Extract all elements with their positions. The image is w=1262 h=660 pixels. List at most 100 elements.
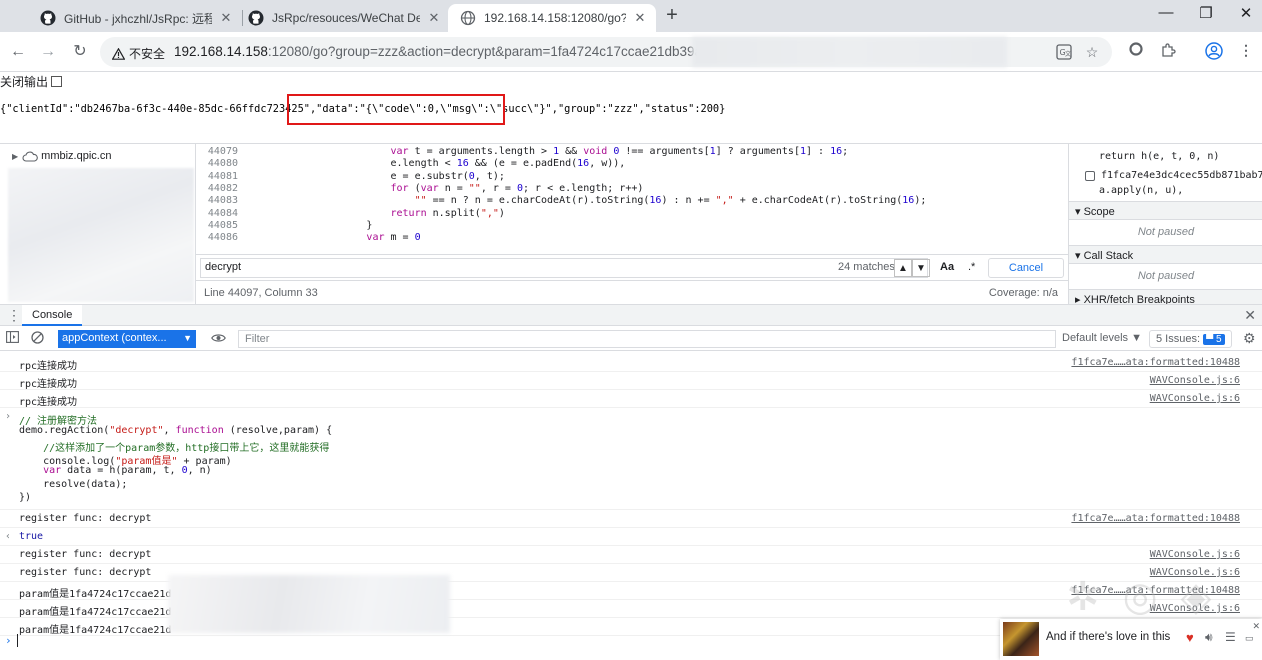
console-message-text: param值是1fa4724c17ccae21d <box>19 607 172 618</box>
output-toggle-checkbox[interactable] <box>51 76 63 87</box>
extensions-puzzle-icon[interactable] <box>1158 42 1178 62</box>
gear-icon[interactable]: ⚙ <box>1243 330 1256 347</box>
close-icon[interactable]: ✕ <box>218 10 234 26</box>
breakpoint-file: f1fca7e4e3dc4cec55db871bab7... <box>1101 170 1262 181</box>
code-line: 44083 "" == n ? n = e.charCodeAt(r).toSt… <box>196 195 926 207</box>
media-notification[interactable]: And if there's love in this ♥ 🔊︎ ☰ ▭ ✕ <box>1000 619 1262 660</box>
call-stack-not-paused: Not paused <box>1137 270 1195 282</box>
tab-github-jsrpc[interactable]: GitHub - jxhczhl/JsRpc: 远程调 ✕ <box>28 4 242 32</box>
breakpoint-code-1: return h(e, t, 0, n) <box>1099 151 1220 162</box>
heart-icon[interactable]: ♥ <box>1186 630 1194 645</box>
console-message: rpc连接成功 WAVConsole.js:6 <box>0 390 1262 408</box>
input-chevron-icon[interactable]: › <box>5 411 11 422</box>
line-code: } <box>246 219 373 231</box>
source-link[interactable]: WAVConsole.js:6 <box>1150 393 1240 404</box>
console-message-text: rpc连接成功 <box>19 361 78 372</box>
reload-button[interactable]: ↻ <box>68 40 92 64</box>
kebab-menu-icon[interactable]: ⋮ <box>1236 42 1256 62</box>
line-number: 44082 <box>207 182 238 194</box>
regex-button[interactable]: .* <box>968 261 975 273</box>
log-levels-dropdown[interactable]: Default levels ▼ <box>1062 332 1142 344</box>
input-code-line: var data = h(param, t, 0, n) <box>43 465 212 477</box>
issues-badge: ▀ 5 <box>1203 334 1225 345</box>
media-title: And if there's love in this <box>1046 631 1171 643</box>
issues-label: 5 Issues: <box>1156 333 1201 345</box>
find-prev-button[interactable]: ▲ <box>894 259 912 277</box>
input-code-line: }) <box>19 491 32 503</box>
volume-icon[interactable]: 🔊︎ <box>1205 630 1213 645</box>
code-line: 44080 e.length < 16 && (e = e.padEnd(16,… <box>196 158 625 170</box>
editor-status-bar: Line 44097, Column 33 Coverage: n/a <box>196 280 1068 304</box>
breakpoint-checkbox[interactable] <box>1085 171 1095 181</box>
code-line: 44085 } <box>196 219 373 232</box>
back-button[interactable]: ← <box>6 40 30 64</box>
source-link[interactable]: WAVConsole.js:6 <box>1150 549 1240 560</box>
tab-title: JsRpc/resouces/WeChat Dev <box>272 11 420 25</box>
sidebar-toggle-icon[interactable] <box>4 331 20 347</box>
forward-button[interactable]: → <box>36 40 60 64</box>
console-result: ‹ true <box>0 528 1262 546</box>
console-filter-input[interactable]: Filter <box>238 330 1056 348</box>
tab-strip: GitHub - jxhczhl/JsRpc: 远程调 ✕ JsRpc/reso… <box>0 0 1262 32</box>
console-message-text: rpc连接成功 <box>19 379 78 390</box>
context-selector[interactable]: appContext (contex... ▼ <box>58 330 196 348</box>
expand-arrow-icon[interactable]: ▶ <box>12 152 18 161</box>
security-indicator[interactable]: 不安全 <box>112 45 165 62</box>
clear-console-icon[interactable] <box>29 331 45 347</box>
drawer-close-icon[interactable]: ✕ <box>1244 307 1256 324</box>
console-message-text: rpc连接成功 <box>19 397 78 408</box>
console-message: rpc连接成功 WAVConsole.js:6 <box>0 372 1262 390</box>
console-message-text: true <box>19 531 44 542</box>
extension-circle-icon[interactable] <box>1126 42 1146 62</box>
translate-icon[interactable]: G文 <box>1055 44 1073 62</box>
close-icon[interactable]: ✕ <box>632 10 648 26</box>
find-next-button[interactable]: ▼ <box>912 259 930 277</box>
tab-wechat-dev[interactable]: JsRpc/resouces/WeChat Dev ✕ <box>236 4 450 32</box>
line-number: 44080 <box>207 158 238 170</box>
url-text[interactable]: 192.168.14.158:12080/go?group=zzz&action… <box>174 44 702 59</box>
source-link[interactable]: f1fca7e……ata:formatted:10488 <box>1071 513 1240 524</box>
security-label: 不安全 <box>129 47 166 61</box>
media-close-icon[interactable]: ✕ <box>1252 621 1260 632</box>
github-icon <box>248 10 264 26</box>
line-number: 44086 <box>207 232 238 244</box>
find-input[interactable]: decrypt <box>200 258 928 278</box>
source-link[interactable]: WAVConsole.js:6 <box>1150 375 1240 386</box>
line-number: 44081 <box>207 170 238 182</box>
code-editor[interactable]: 44079 var t = arguments.length > 1 && vo… <box>196 144 1068 254</box>
line-number: 44084 <box>207 207 238 219</box>
minimize-button[interactable]: — <box>1151 4 1181 26</box>
restore-button[interactable]: ❐ <box>1191 4 1221 26</box>
file-navigator: ▶ mmbiz.qpic.cn <box>0 144 196 304</box>
issues-button[interactable]: 5 Issues: ▀ 5 <box>1149 330 1232 348</box>
address-bar[interactable]: 不安全 192.168.14.158:12080/go?group=zzz&ac… <box>100 37 1112 67</box>
tab-active-localhost[interactable]: 192.168.14.158:12080/go?gro ✕ <box>448 4 656 32</box>
minimize-square-icon[interactable]: ▭ <box>1245 633 1254 644</box>
section-call-stack[interactable]: ▾ Call Stack <box>1069 245 1262 264</box>
console-message-text: register func: decrypt <box>19 513 152 524</box>
redacted-console-values <box>168 575 450 633</box>
source-link[interactable]: f1fca7e……ata:formatted:10488 <box>1071 357 1240 368</box>
line-code: return n.split(",") <box>390 207 505 219</box>
devtools-sources-panel: ▶ mmbiz.qpic.cn 44079 var t = arguments.… <box>0 143 1262 308</box>
tree-item-mmbiz[interactable]: ▶ mmbiz.qpic.cn <box>12 150 111 162</box>
console-message: register func: decrypt WAVConsole.js:6 <box>0 546 1262 564</box>
playlist-icon[interactable]: ☰ <box>1225 630 1236 644</box>
section-scope[interactable]: ▾ Scope <box>1069 201 1262 220</box>
eye-icon[interactable] <box>210 331 226 347</box>
find-match-count: 24 matches <box>838 261 895 273</box>
breakpoint-item[interactable]: f1fca7e4e3dc4cec55db871bab7... <box>1085 170 1262 181</box>
debugger-sidebar: return h(e, t, 0, n) f1fca7e4e3dc4cec55d… <box>1068 144 1262 308</box>
find-cancel-button[interactable]: Cancel <box>988 258 1064 278</box>
prompt-chevron-icon: › <box>5 634 12 647</box>
drawer-menu-icon[interactable]: ⋮ <box>7 307 21 324</box>
tab-console[interactable]: Console <box>22 305 83 326</box>
input-code-line: demo.regAction("decrypt", function (reso… <box>19 425 333 437</box>
new-tab-button[interactable]: + <box>662 5 682 26</box>
window-close-button[interactable]: ✕ <box>1231 4 1261 26</box>
match-case-button[interactable]: Aa <box>940 261 954 273</box>
close-icon[interactable]: ✕ <box>426 10 442 26</box>
find-bar: decrypt 24 matches ▲ ▼ Aa .* Cancel <box>196 254 1068 280</box>
bookmark-star-icon[interactable]: ☆ <box>1083 44 1101 62</box>
profile-avatar-icon[interactable] <box>1204 42 1224 62</box>
